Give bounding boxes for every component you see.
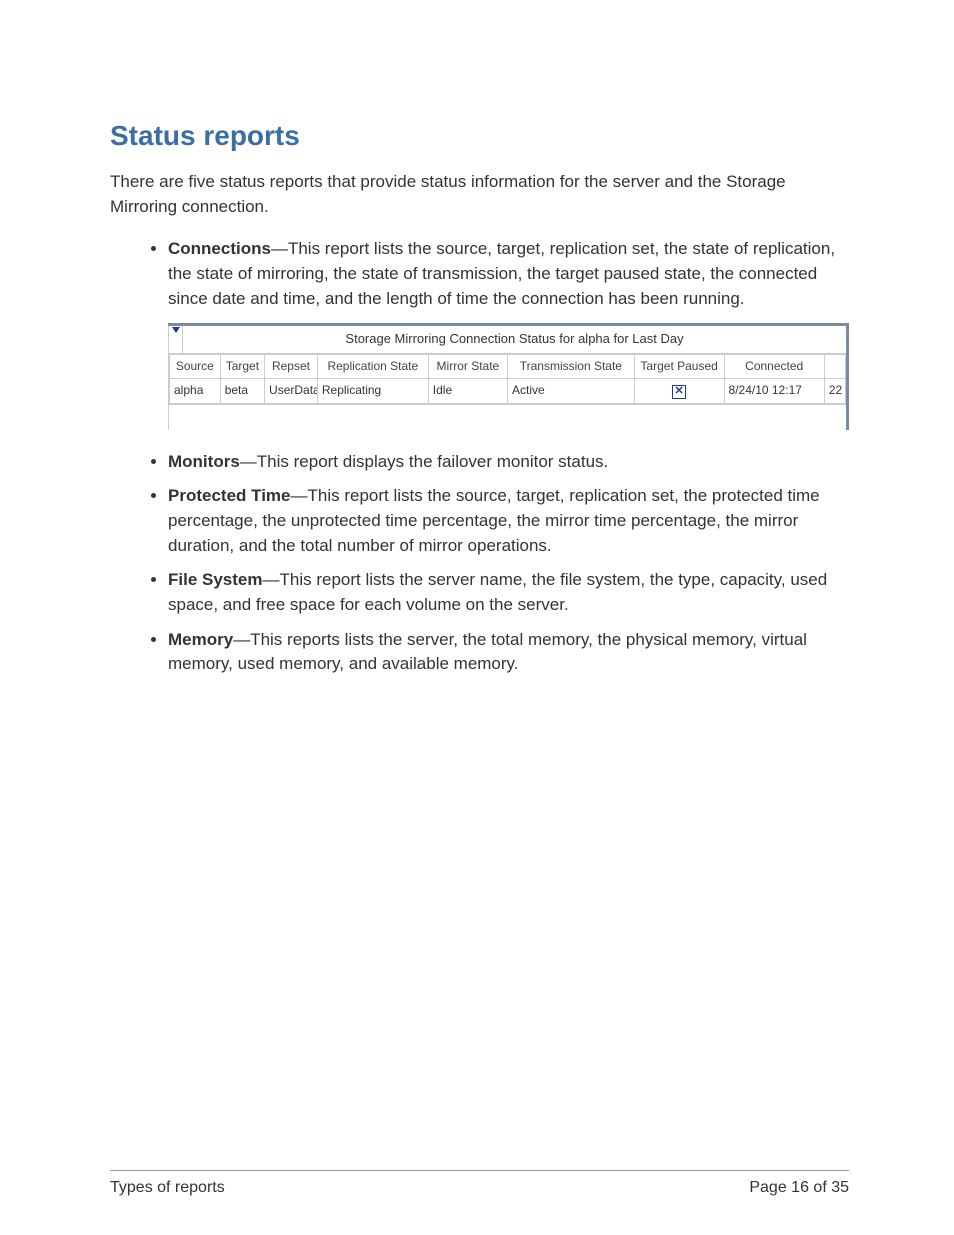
list-item-term: Memory: [168, 630, 233, 649]
col-source: Source: [170, 355, 221, 379]
table-header-row: Source Target Repset Replication State M…: [170, 355, 846, 379]
checkbox-x-icon: ✕: [672, 385, 686, 399]
list-item: Protected Time—This report lists the sou…: [168, 484, 849, 558]
cell-source: alpha: [170, 379, 221, 403]
footer-right: Page 16 of 35: [749, 1179, 849, 1197]
list-item-term: File System: [168, 570, 263, 589]
list-item-term: Connections: [168, 239, 271, 258]
cell-connected: 8/24/10 12:17: [724, 379, 824, 403]
col-connected: Connected: [724, 355, 824, 379]
list-item-term: Monitors: [168, 452, 240, 471]
list-item: Connections—This report lists the source…: [168, 237, 849, 430]
col-paused: Target Paused: [634, 355, 724, 379]
list-item: File System—This report lists the server…: [168, 568, 849, 617]
cell-target: beta: [220, 379, 264, 403]
cell-replication: Replicating: [317, 379, 428, 403]
cell-mirror: Idle: [428, 379, 507, 403]
list-item-term: Protected Time: [168, 486, 291, 505]
list-item: Memory—This reports lists the server, th…: [168, 628, 849, 677]
table-empty-area: [169, 404, 846, 430]
list-item-desc: —This reports lists the server, the tota…: [168, 630, 807, 674]
cell-repset: UserData: [265, 379, 318, 403]
status-table: Source Target Repset Replication State M…: [169, 354, 846, 404]
col-last: [824, 355, 845, 379]
col-replication: Replication State: [317, 355, 428, 379]
col-target: Target: [220, 355, 264, 379]
col-mirror: Mirror State: [428, 355, 507, 379]
col-transmission: Transmission State: [507, 355, 634, 379]
cell-last: 22: [824, 379, 845, 403]
table-row: alpha beta UserData Replicating Idle Act…: [170, 379, 846, 403]
report-list: Connections—This report lists the source…: [110, 237, 849, 677]
list-item-desc: —This report lists the server name, the …: [168, 570, 827, 614]
dropdown-arrow-icon: [169, 326, 183, 354]
page-footer: Types of reports Page 16 of 35: [110, 1170, 849, 1197]
list-item: Monitors—This report displays the failov…: [168, 450, 849, 475]
cell-paused: ✕: [634, 379, 724, 403]
intro-paragraph: There are five status reports that provi…: [110, 170, 849, 219]
list-item-desc: —This report displays the failover monit…: [240, 452, 608, 471]
footer-left: Types of reports: [110, 1179, 225, 1197]
status-table-figure: Storage Mirroring Connection Status for …: [168, 323, 849, 430]
cell-transmission: Active: [507, 379, 634, 403]
table-title: Storage Mirroring Connection Status for …: [183, 326, 846, 354]
col-repset: Repset: [265, 355, 318, 379]
page-title: Status reports: [110, 120, 849, 152]
